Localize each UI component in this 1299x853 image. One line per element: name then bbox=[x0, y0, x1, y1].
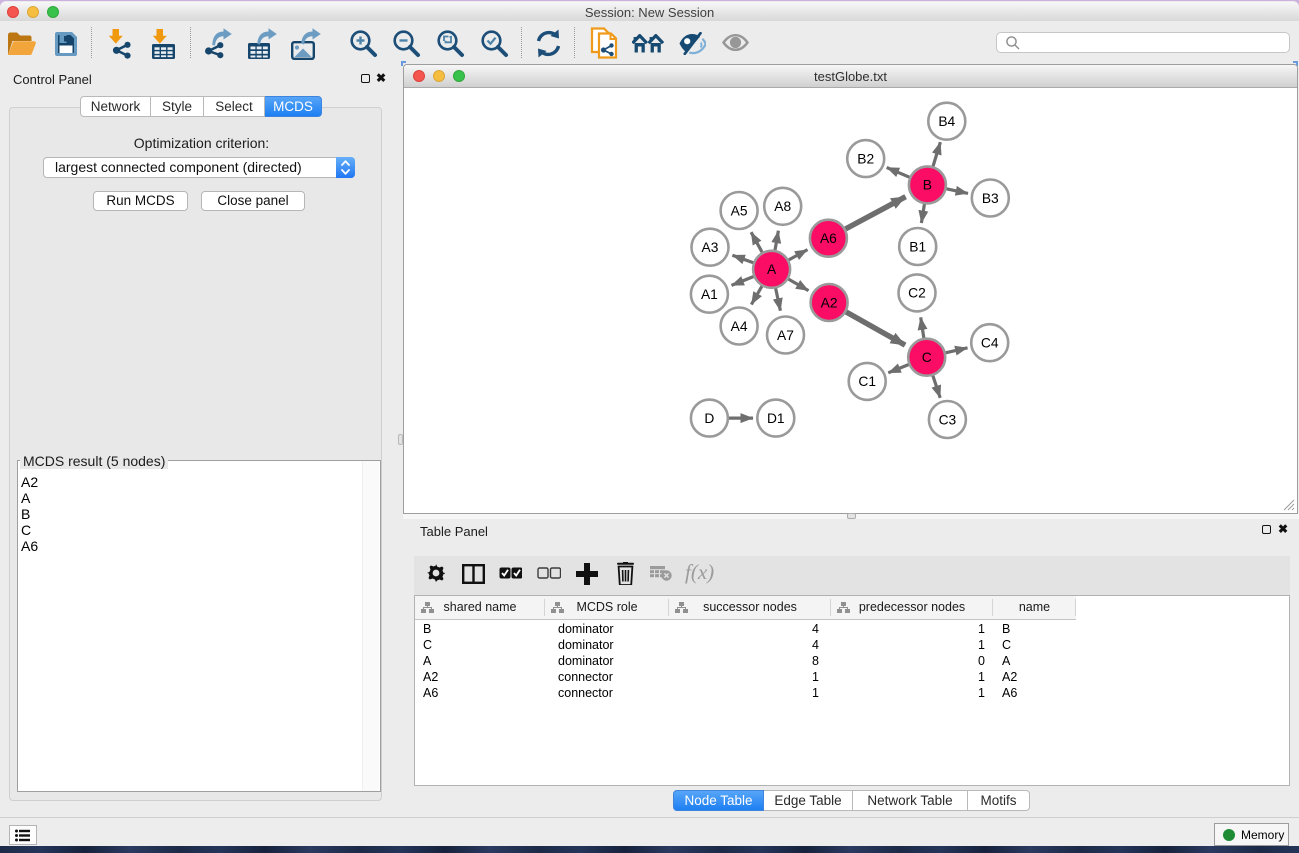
svg-text:B4: B4 bbox=[938, 114, 955, 129]
svg-text:D: D bbox=[704, 411, 714, 426]
svg-text:A8: A8 bbox=[774, 199, 791, 214]
svg-text:B2: B2 bbox=[857, 151, 874, 166]
svg-text:A3: A3 bbox=[702, 240, 719, 255]
svg-text:C4: C4 bbox=[981, 336, 999, 351]
svg-text:A: A bbox=[767, 262, 777, 277]
svg-text:A1: A1 bbox=[701, 287, 718, 302]
svg-text:A7: A7 bbox=[777, 328, 794, 343]
svg-text:A4: A4 bbox=[731, 319, 748, 334]
svg-text:B1: B1 bbox=[909, 239, 926, 254]
svg-text:D1: D1 bbox=[767, 411, 785, 426]
svg-text:C3: C3 bbox=[939, 412, 957, 427]
svg-text:C: C bbox=[922, 350, 932, 365]
svg-text:C1: C1 bbox=[858, 374, 876, 389]
svg-text:B3: B3 bbox=[982, 191, 999, 206]
svg-text:B: B bbox=[923, 178, 932, 193]
svg-text:A6: A6 bbox=[820, 231, 837, 246]
svg-text:A5: A5 bbox=[731, 203, 748, 218]
svg-text:A2: A2 bbox=[821, 295, 838, 310]
svg-text:C2: C2 bbox=[908, 286, 926, 301]
